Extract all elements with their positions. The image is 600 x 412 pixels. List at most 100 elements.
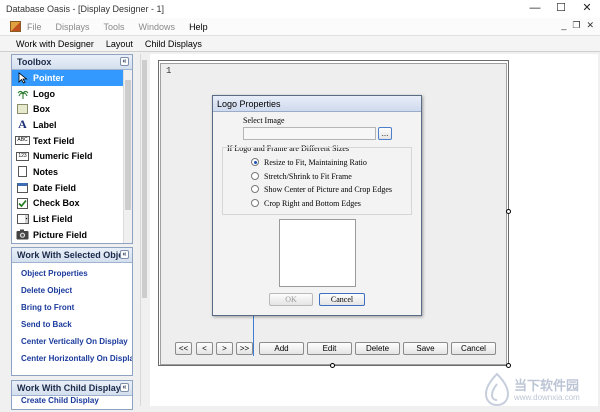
mdi-restore-button[interactable]: ❐: [572, 20, 580, 31]
tool-list-field[interactable]: List Field: [12, 211, 123, 227]
window-title: Database Oasis - [Display Designer - 1]: [6, 4, 165, 14]
resize-handle-bottom-right[interactable]: [506, 363, 511, 368]
logo-icon: [16, 88, 29, 100]
tool-check-box[interactable]: Check Box: [12, 196, 123, 212]
toolbox-panel: Toolbox « Pointer Logo Box A Label ABC T…: [11, 54, 133, 244]
tool-date-field[interactable]: Date Field: [12, 180, 123, 196]
check-box-icon: [16, 197, 29, 209]
radio-button[interactable]: [251, 172, 259, 180]
menu-windows[interactable]: Windows: [139, 22, 176, 32]
tool-box[interactable]: Box: [12, 101, 123, 117]
link-create-child-display[interactable]: Create Child Display: [12, 396, 132, 408]
dialog-titlebar: Logo Properties: [213, 96, 421, 112]
label-icon: A: [18, 117, 27, 132]
minimize-button[interactable]: —: [522, 0, 548, 18]
page-number: 1: [166, 66, 172, 76]
watermark-url: www.downxia.com: [514, 393, 580, 402]
tool-pointer[interactable]: Pointer: [12, 70, 123, 86]
list-field-icon: [16, 213, 29, 225]
selected-object-collapse-button[interactable]: «: [120, 250, 129, 259]
select-image-label: Select Image: [243, 116, 285, 125]
image-path-field[interactable]: [243, 127, 376, 140]
menu-displays[interactable]: Displays: [56, 22, 90, 32]
menu-layout[interactable]: Layout: [106, 39, 133, 49]
left-panel-scroll-thumb[interactable]: [142, 60, 147, 298]
child-displays-header: Work With Child Displays «: [12, 381, 132, 396]
window-titlebar: Database Oasis - [Display Designer - 1] …: [0, 0, 600, 18]
add-button[interactable]: Add: [259, 342, 304, 355]
toolbox-collapse-button[interactable]: «: [120, 57, 129, 66]
selected-object-title: Work With Selected Objec: [17, 250, 129, 260]
cancel-button[interactable]: Cancel: [451, 342, 496, 355]
option-crop-right-bottom[interactable]: Crop Right and Bottom Edges: [251, 197, 361, 209]
menu-tools[interactable]: Tools: [104, 22, 125, 32]
tool-label[interactable]: A Label: [12, 117, 123, 133]
child-displays-title: Work With Child Displays: [17, 383, 126, 393]
toolbox-scrollbar[interactable]: [123, 70, 132, 243]
designer-toolbar: Work with Designer Layout Child Displays: [0, 36, 600, 52]
tool-notes[interactable]: Notes: [12, 164, 123, 180]
toolbox-list: Pointer Logo Box A Label ABC Text Field …: [12, 70, 132, 243]
resize-handle-right[interactable]: [506, 209, 511, 214]
window-controls: — ☐ ✕: [522, 0, 600, 18]
link-center-horizontally[interactable]: Center Horizontally On Display: [12, 350, 132, 367]
delete-button[interactable]: Delete: [355, 342, 400, 355]
menu-child-displays[interactable]: Child Displays: [145, 39, 202, 49]
tool-numeric-field[interactable]: 123 Numeric Field: [12, 148, 123, 164]
selected-object-panel: Work With Selected Objec « Object Proper…: [11, 247, 133, 376]
menu-help[interactable]: Help: [189, 22, 208, 32]
option-stretch-shrink[interactable]: Stretch/Shrink to Fit Frame: [251, 170, 352, 182]
next-record-button[interactable]: >: [216, 342, 233, 355]
maximize-button[interactable]: ☐: [548, 0, 574, 18]
option-show-center-crop[interactable]: Show Center of Picture and Crop Edges: [251, 183, 392, 195]
link-center-vertically[interactable]: Center Vertically On Display: [12, 333, 132, 350]
watermark: 当下软件园 www.downxia.com: [482, 372, 586, 406]
ok-button[interactable]: OK: [269, 293, 313, 306]
close-button[interactable]: ✕: [574, 0, 600, 18]
watermark-text: 当下软件园: [514, 378, 580, 393]
previous-record-button[interactable]: <: [196, 342, 213, 355]
mdi-minimize-button[interactable]: _: [561, 20, 566, 31]
dialog-title: Logo Properties: [217, 98, 281, 109]
toolbox-header: Toolbox «: [12, 55, 132, 70]
child-displays-collapse-button[interactable]: «: [120, 383, 129, 392]
menu-file[interactable]: File: [27, 22, 42, 32]
menu-work-with-designer[interactable]: Work with Designer: [16, 39, 94, 49]
left-panel-scrollbar[interactable]: [140, 54, 148, 406]
toolbox-scroll-thumb[interactable]: [125, 80, 131, 210]
link-delete-object[interactable]: Delete Object: [12, 282, 132, 299]
link-send-to-back[interactable]: Send to Back: [12, 316, 132, 333]
child-displays-panel: Work With Child Displays « Create Child …: [11, 380, 133, 410]
toolbox-title: Toolbox: [17, 57, 52, 67]
mdi-close-button[interactable]: ✕: [586, 20, 594, 31]
edit-button[interactable]: Edit: [307, 342, 352, 355]
tool-logo[interactable]: Logo: [12, 86, 123, 102]
radio-button[interactable]: [251, 185, 259, 193]
browse-image-button[interactable]: ...: [378, 127, 392, 140]
logo-preview-box: [279, 219, 356, 287]
text-field-icon: ABC: [15, 136, 30, 146]
radio-button[interactable]: [251, 199, 259, 207]
selected-object-links: Object Properties Delete Object Bring to…: [12, 263, 132, 367]
app-icon[interactable]: [10, 21, 21, 32]
first-record-button[interactable]: <<: [175, 342, 192, 355]
date-field-icon: [16, 182, 29, 194]
radio-button-selected[interactable]: [251, 158, 259, 166]
watermark-logo-icon: [484, 372, 510, 406]
last-record-button[interactable]: >>: [236, 342, 253, 355]
notes-icon: [16, 166, 29, 178]
box-icon: [16, 103, 29, 115]
mdi-controls: _ ❐ ✕: [561, 20, 594, 31]
tool-picture-field[interactable]: Picture Field: [12, 227, 123, 243]
link-bring-to-front[interactable]: Bring to Front: [12, 299, 132, 316]
numeric-field-icon: 123: [16, 151, 29, 161]
dialog-cancel-button[interactable]: Cancel: [319, 293, 365, 306]
option-resize-to-fit[interactable]: Resize to Fit, Maintaining Ratio: [251, 156, 367, 168]
selected-object-header: Work With Selected Objec «: [12, 248, 132, 263]
picture-field-icon: [16, 229, 29, 241]
alignment-guide: [253, 314, 254, 356]
link-object-properties[interactable]: Object Properties: [12, 265, 132, 282]
save-button[interactable]: Save: [403, 342, 448, 355]
resize-handle-bottom[interactable]: [330, 363, 335, 368]
tool-text-field[interactable]: ABC Text Field: [12, 133, 123, 149]
